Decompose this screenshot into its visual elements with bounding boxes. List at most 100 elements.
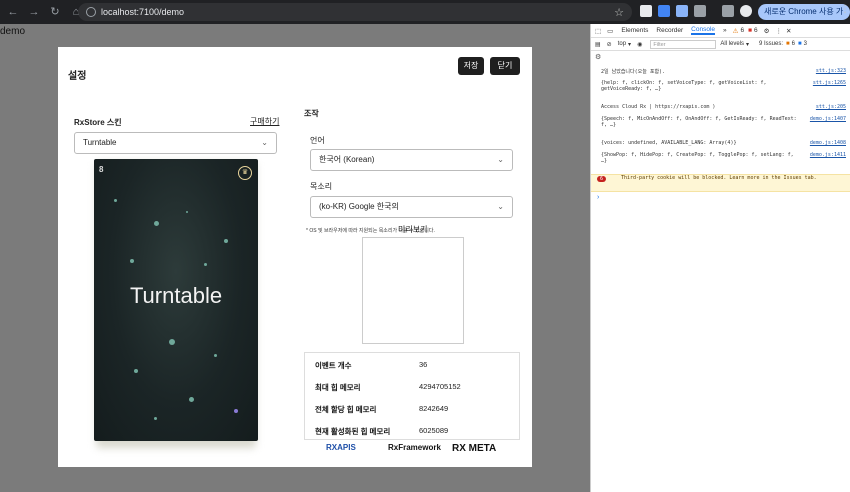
log-text: {voices: undefined, AVAILABLE_LANG: Arra… (601, 140, 737, 146)
bookmark-star-icon[interactable]: ☆ (614, 6, 624, 19)
star-dot (134, 369, 138, 373)
more-tabs-icon[interactable]: » (723, 27, 727, 34)
console-log-row[interactable]: {Speech: f, MicOnAndOff: f, OnAndOff: f,… (591, 116, 850, 136)
url-text: localhost:7100/demo (101, 7, 185, 17)
tab-elements[interactable]: Elements (621, 27, 648, 34)
log-source[interactable]: stt.js:205 (816, 104, 846, 110)
download-icon[interactable] (722, 5, 734, 17)
language-label: 언어 (310, 136, 325, 145)
tab-recorder[interactable]: Recorder (656, 27, 683, 34)
settings-gear-icon[interactable]: ⚙ (595, 53, 601, 61)
stat-value: 36 (419, 360, 428, 369)
voice-select[interactable]: (ko-KR) Google 한국의 ⌄ (310, 196, 513, 218)
stat-value: 6025089 (419, 426, 449, 435)
levels-select[interactable]: All levels (720, 41, 744, 47)
eye-icon[interactable]: ◉ (637, 41, 642, 48)
device-icon[interactable]: ▭ (607, 27, 613, 35)
star-dot (204, 263, 207, 266)
log-text: {ShowPop: f, HidePop: f, CreatePop: f, T… (601, 152, 794, 164)
issues-label[interactable]: 9 Issues: (759, 41, 783, 47)
forward-icon[interactable]: → (26, 4, 42, 20)
stat-row: 현재 활성화된 힙 메모리 6025089 (305, 419, 521, 441)
log-text: Access Cloud Rx | https://rxapis.com ) (601, 104, 716, 110)
kebab-icon[interactable]: ⋮ (775, 27, 782, 35)
log-source[interactable]: stt.js:1265 (813, 80, 846, 86)
console-log-row[interactable]: {ShowPop: f, HidePop: f, CreatePop: f, T… (591, 152, 850, 172)
log-text: 2일 남았습니다(오늘 포함). (601, 69, 666, 75)
preview-label: 미리보기 (398, 225, 428, 234)
stat-key: 전체 할당 힙 메모리 (315, 405, 377, 414)
sidebar-toggle-icon[interactable]: ▤ (595, 41, 601, 48)
stat-row: 전체 할당 힙 메모리 8242649 (305, 397, 521, 419)
issue-info-icon: ■ (798, 41, 802, 47)
chrome-update-button[interactable]: 새로운 Chrome 사용 가능 (758, 4, 850, 32)
address-bar[interactable]: localhost:7100/demo ☆ (78, 3, 632, 21)
reload-icon[interactable]: ↻ (47, 4, 63, 20)
log-source[interactable]: demo.js:1411 (810, 152, 846, 158)
modal-title: 설정 (68, 71, 87, 82)
tab-console[interactable]: Console (691, 26, 716, 35)
console-prompt[interactable]: › (597, 194, 599, 201)
stat-row: 이벤트 개수 36 (305, 353, 521, 375)
rxframework-logo: RxFramework (388, 443, 441, 452)
stat-key: 이벤트 개수 (315, 361, 352, 370)
console-log-row[interactable]: {voices: undefined, AVAILABLE_LANG: Arra… (591, 140, 850, 150)
language-select[interactable]: 한국어 (Korean) ⌄ (310, 149, 513, 171)
log-text: {help: f, clickOn: f, setVoiceType: f, g… (601, 80, 767, 92)
skin-preview-card: 8 ♛ Turntable (94, 159, 258, 441)
console-log-row: Access Cloud Rx | https://rxapis.com ) s… (591, 104, 850, 114)
star-dot (189, 397, 194, 402)
star-dot (154, 417, 157, 420)
stat-value: 4294705152 (419, 382, 461, 391)
save-button[interactable]: 저장 (458, 57, 484, 75)
stat-row: 최대 힙 메모리 4294705152 (305, 375, 521, 397)
extension-icon[interactable] (640, 5, 652, 17)
skin-select[interactable]: Turntable ⌄ (74, 132, 277, 154)
profile-icon[interactable] (740, 5, 752, 17)
voice-label: 목소리 (310, 182, 333, 191)
menu-icon[interactable]: ⋮ (840, 4, 850, 15)
extension-icon[interactable] (658, 5, 670, 17)
issues-count-a: 6 (791, 41, 795, 47)
back-icon[interactable]: ← (5, 4, 21, 20)
puzzle-icon[interactable] (694, 5, 706, 17)
close-devtools-icon[interactable]: ✕ (786, 27, 791, 35)
console-log-row[interactable]: {help: f, clickOn: f, setVoiceType: f, g… (591, 80, 850, 100)
card-name: Turntable (129, 283, 223, 308)
chevron-down-icon: ⌄ (497, 202, 504, 211)
chevron-down-icon: ⌄ (497, 155, 504, 164)
log-source[interactable]: demo.js:1407 (810, 116, 846, 122)
warning-badge: 6 (597, 176, 607, 182)
gear-icon[interactable]: ⚙ (764, 27, 770, 35)
rxapis-logo: RXAPIS (326, 443, 356, 452)
chevron-down-icon: ▾ (628, 41, 632, 48)
star-dot (214, 354, 217, 357)
clear-console-icon[interactable]: ⊘ (607, 41, 612, 48)
star-dot (169, 339, 175, 345)
inspect-icon[interactable]: ⬚ (595, 27, 601, 35)
star-dot (154, 221, 159, 226)
page-viewport: demo 설정 저장 닫기 RxStore 스킨 구매하기 Turntable … (0, 24, 590, 492)
log-text: Third-party cookie will be blocked. Lear… (621, 175, 817, 181)
page-label: demo (0, 26, 26, 37)
stat-value: 8242649 (419, 404, 449, 413)
star-dot (234, 409, 238, 413)
voice-select-value: (ko-KR) Google 한국의 (319, 202, 399, 211)
rx-meta-logo: RX META (452, 443, 497, 454)
warning-count: 6 (740, 27, 745, 34)
stat-key: 현재 활성화된 힙 메모리 (315, 427, 391, 436)
log-source[interactable]: stt.js:323 (816, 68, 846, 74)
filter-input[interactable]: Filter (650, 39, 717, 49)
buy-link[interactable]: 구매하기 (250, 116, 279, 127)
console-warning-row: 6 Third-party cookie will be blocked. Le… (591, 174, 850, 192)
site-info-icon[interactable] (86, 7, 96, 17)
extension-icon[interactable] (676, 5, 688, 17)
close-button[interactable]: 닫기 (490, 57, 520, 75)
context-select[interactable]: top (618, 41, 626, 47)
issue-icon: ■ (786, 41, 790, 47)
skin-label: RxStore 스킨 (74, 118, 122, 127)
stats-table: 이벤트 개수 36 최대 힙 메모리 4294705152 전체 할당 힙 메모… (304, 352, 520, 440)
log-source[interactable]: demo.js:1408 (810, 140, 846, 146)
stat-key: 최대 힙 메모리 (315, 383, 361, 392)
star-dot (114, 199, 117, 202)
